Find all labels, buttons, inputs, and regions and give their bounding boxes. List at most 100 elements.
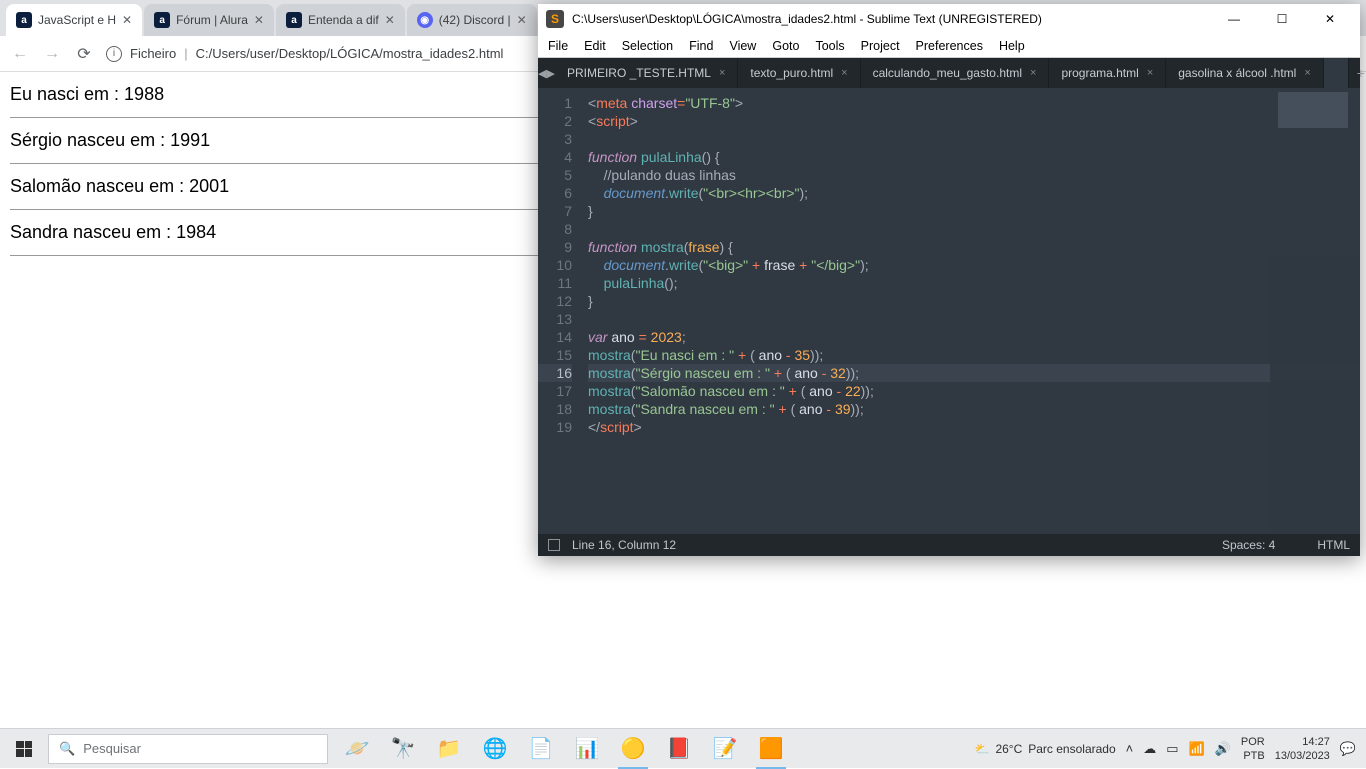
close-button[interactable]: ✕ — [1308, 5, 1352, 33]
close-icon[interactable]: ✕ — [122, 13, 132, 27]
start-button[interactable] — [0, 729, 48, 769]
app-word-icon[interactable]: 📄 — [518, 729, 564, 769]
onedrive-icon[interactable]: ☁ — [1143, 741, 1156, 757]
minimize-button[interactable]: ― — [1212, 5, 1256, 33]
volume-icon[interactable]: 🔊 — [1215, 741, 1231, 757]
reload-icon[interactable]: ⟳ — [74, 44, 94, 64]
syntax-setting[interactable]: HTML — [1317, 538, 1350, 552]
sublime-logo-icon: S — [546, 10, 564, 28]
tab-title: (42) Discord | — [439, 13, 511, 27]
close-icon[interactable]: ✕ — [517, 13, 527, 27]
clock-date: 13/03/2023 — [1275, 749, 1330, 763]
app-chrome-icon[interactable]: 🟡 — [610, 729, 656, 769]
weather-text: Parc ensolarado — [1028, 742, 1115, 756]
menu-item[interactable]: Tools — [815, 39, 844, 53]
app-telescope-icon[interactable]: 🔭 — [380, 729, 426, 769]
tab-label: PRIMEIRO _TESTE.HTML — [567, 66, 711, 80]
close-icon[interactable]: ✕ — [254, 13, 264, 27]
taskbar: 🔍 Pesquisar 🪐 🔭 📁 🌐 📄 📊 🟡 📕 📝 🟧 ⛅ 26°C P… — [0, 728, 1366, 768]
line-gutter: 12345678910111213141516171819 — [538, 88, 582, 534]
window-title: C:\Users\user\Desktop\LÓGICA\mostra_idad… — [572, 12, 1204, 26]
search-icon: 🔍 — [59, 741, 75, 757]
code-area[interactable]: <meta charset="UTF-8"> <script> function… — [582, 88, 1360, 534]
menu-item[interactable]: Find — [689, 39, 713, 53]
tab-title: JavaScript e H — [38, 13, 116, 27]
editor-tab[interactable]: programa.html × — [1049, 58, 1166, 88]
favicon-icon: a — [16, 12, 32, 28]
window-titlebar[interactable]: S C:\Users\user\Desktop\LÓGICA\mostra_id… — [538, 4, 1360, 34]
wifi-icon[interactable]: 📶 — [1189, 741, 1205, 757]
weather-widget[interactable]: ⛅ 26°C Parc ensolarado — [974, 742, 1115, 756]
notifications-icon[interactable]: 💬 — [1340, 741, 1356, 757]
forward-icon[interactable]: → — [42, 45, 62, 63]
address-bar[interactable]: i Ficheiro | C:/Users/user/Desktop/LÓGIC… — [106, 46, 503, 62]
system-tray: ⛅ 26°C Parc ensolarado ˄ ☁ ▭ 📶 🔊 POR PTB… — [974, 735, 1366, 763]
app-notepad-icon[interactable]: 📝 — [702, 729, 748, 769]
favicon-icon: a — [286, 12, 302, 28]
taskbar-search[interactable]: 🔍 Pesquisar — [48, 734, 328, 764]
cursor-position: Line 16, Column 12 — [572, 538, 676, 552]
app-planets-icon[interactable]: 🪐 — [334, 729, 380, 769]
browser-tab[interactable]: a Fórum | Alura ✕ — [144, 4, 274, 36]
tab-label: programa.html — [1061, 66, 1138, 80]
editor-tab[interactable]: PRIMEIRO _TESTE.HTML × — [555, 58, 738, 88]
panel-switch-icon[interactable] — [548, 539, 560, 551]
app-acrobat-icon[interactable]: 📕 — [656, 729, 702, 769]
editor-tab-active[interactable] — [1324, 58, 1349, 88]
tab-label: calculando_meu_gasto.html — [873, 66, 1022, 80]
windows-logo-icon — [16, 741, 32, 757]
close-icon[interactable]: × — [719, 67, 725, 79]
menu-item[interactable]: View — [729, 39, 756, 53]
menu-item[interactable]: Edit — [584, 39, 606, 53]
clock[interactable]: 14:27 13/03/2023 — [1275, 735, 1330, 763]
browser-tab[interactable]: a JavaScript e H ✕ — [6, 4, 142, 36]
app-sublime-icon[interactable]: 🟧 — [748, 729, 794, 769]
back-icon[interactable]: ← — [10, 45, 30, 63]
menu-item[interactable]: Project — [861, 39, 900, 53]
menu-item[interactable]: Selection — [622, 39, 673, 53]
tab-scroll-left-icon[interactable]: ◀ — [538, 58, 546, 88]
app-explorer-icon[interactable]: 📁 — [426, 729, 472, 769]
tab-title: Entenda a dif — [308, 13, 379, 27]
menu-item[interactable]: File — [548, 39, 568, 53]
lang-line: PTB — [1241, 749, 1265, 763]
close-icon[interactable]: × — [1304, 67, 1310, 79]
clock-time: 14:27 — [1275, 735, 1330, 749]
menu-item[interactable]: Help — [999, 39, 1025, 53]
weather-icon: ⛅ — [974, 742, 989, 756]
info-icon[interactable]: i — [106, 46, 122, 62]
tab-label: texto_puro.html — [750, 66, 833, 80]
code-editor[interactable]: 12345678910111213141516171819 <meta char… — [538, 88, 1360, 534]
weather-temp: 26°C — [995, 742, 1022, 756]
app-powerpoint-icon[interactable]: 📊 — [564, 729, 610, 769]
taskbar-apps: 🪐 🔭 📁 🌐 📄 📊 🟡 📕 📝 🟧 — [334, 729, 794, 769]
app-edge-icon[interactable]: 🌐 — [472, 729, 518, 769]
minimap[interactable] — [1270, 88, 1360, 534]
tab-label: gasolina x álcool .html — [1178, 66, 1296, 80]
maximize-button[interactable]: ☐ — [1260, 5, 1304, 33]
close-icon[interactable]: × — [1030, 67, 1036, 79]
menu-bar: File Edit Selection Find View Goto Tools… — [538, 34, 1360, 58]
sublime-window: S C:\Users\user\Desktop\LÓGICA\mostra_id… — [538, 4, 1360, 556]
editor-tab[interactable]: calculando_meu_gasto.html × — [861, 58, 1050, 88]
close-icon[interactable]: ✕ — [385, 13, 395, 27]
url-scheme: Ficheiro — [130, 46, 176, 61]
new-tab-icon[interactable]: + — [1357, 65, 1365, 81]
tab-title: Fórum | Alura — [176, 13, 248, 27]
browser-tab[interactable]: ◉ (42) Discord | ✕ — [407, 4, 537, 36]
favicon-icon: ◉ — [417, 12, 433, 28]
status-bar: Line 16, Column 12 Spaces: 4 HTML — [538, 534, 1360, 556]
chevron-up-icon[interactable]: ˄ — [1126, 741, 1134, 756]
battery-icon[interactable]: ▭ — [1166, 741, 1178, 757]
indent-setting[interactable]: Spaces: 4 — [1222, 538, 1275, 552]
tab-scroll-right-icon[interactable]: ▶ — [546, 58, 554, 88]
menu-item[interactable]: Goto — [772, 39, 799, 53]
close-icon[interactable]: × — [1147, 67, 1153, 79]
language-indicator[interactable]: POR PTB — [1241, 735, 1265, 763]
url-text: C:/Users/user/Desktop/LÓGICA/mostra_idad… — [196, 46, 504, 61]
close-icon[interactable]: × — [841, 67, 847, 79]
menu-item[interactable]: Preferences — [916, 39, 983, 53]
editor-tab[interactable]: texto_puro.html × — [738, 58, 860, 88]
editor-tab[interactable]: gasolina x álcool .html × — [1166, 58, 1324, 88]
browser-tab[interactable]: a Entenda a dif ✕ — [276, 4, 405, 36]
